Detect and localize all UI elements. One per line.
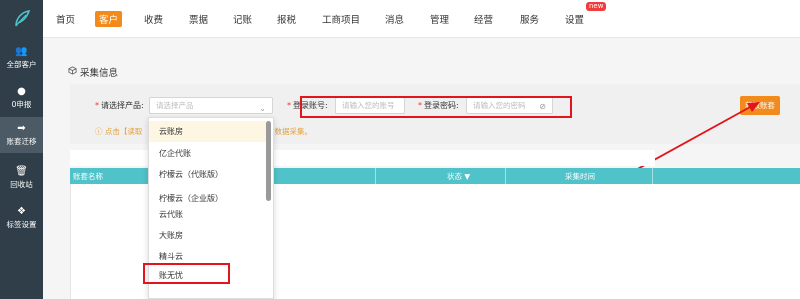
column-divider <box>375 168 376 184</box>
column-divider <box>652 168 653 184</box>
highlight-box-option <box>143 263 230 284</box>
dropdown-option[interactable]: 云代账 <box>149 204 267 225</box>
column-header-account-name: 账套名称 <box>73 172 103 181</box>
dropdown-option[interactable]: 柠檬云（代账版） <box>149 164 267 185</box>
dropdown-scrollbar[interactable] <box>266 121 271 201</box>
column-header-status[interactable]: 状态 ▼ <box>447 171 470 182</box>
column-header-collect-time: 采集时间 <box>565 172 595 181</box>
dropdown-option[interactable]: 亿企代账 <box>149 143 267 164</box>
dropdown-option[interactable]: 大账房 <box>149 225 267 246</box>
column-divider <box>505 168 506 184</box>
dropdown-option[interactable]: 云账房 <box>149 121 267 142</box>
